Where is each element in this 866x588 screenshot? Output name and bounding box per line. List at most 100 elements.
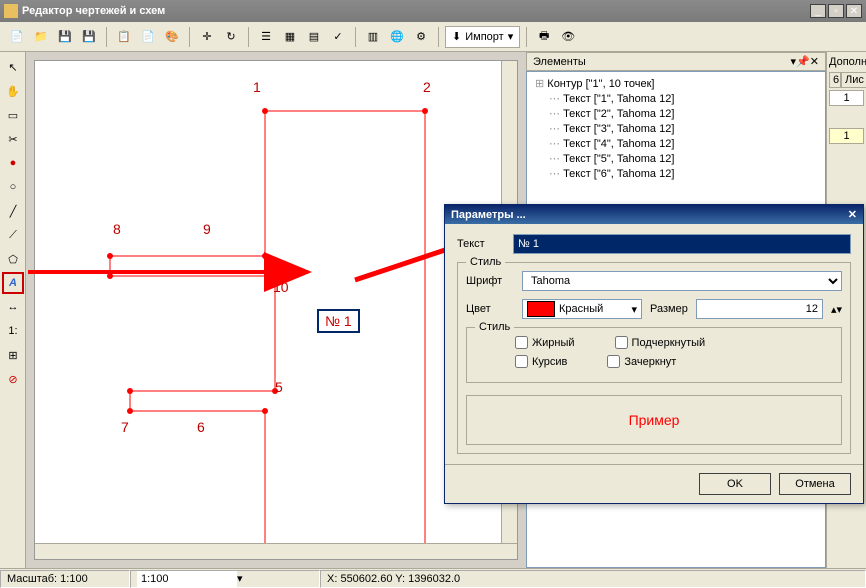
close-button[interactable]: ✕: [846, 4, 862, 18]
parameters-dialog: Параметры ... ✕ Текст Стиль Шрифт Tahoma…: [444, 204, 864, 504]
layers-icon[interactable]: ▤: [303, 26, 325, 48]
app-icon: [4, 4, 18, 18]
text-field-label: Текст: [457, 238, 505, 250]
scale-input[interactable]: [137, 571, 237, 587]
extra-num: 6: [829, 72, 841, 88]
grid-icon[interactable]: ▦: [279, 26, 301, 48]
color-select[interactable]: Красный ▾: [522, 299, 642, 319]
point-label-7: 7: [121, 419, 129, 435]
point-label-6: 6: [197, 419, 205, 435]
dialog-close-icon[interactable]: ✕: [848, 208, 857, 221]
import-dropdown[interactable]: ⬇ Импорт ▾: [445, 26, 520, 48]
copy-icon[interactable]: 📋: [113, 26, 135, 48]
bold-checkbox[interactable]: [515, 336, 528, 349]
dimension-tool[interactable]: ↔: [2, 296, 24, 318]
dialog-titlebar[interactable]: Параметры ... ✕: [445, 205, 863, 224]
chevron-down-icon[interactable]: ▾: [237, 572, 243, 585]
check-icon[interactable]: ✓: [327, 26, 349, 48]
preview-box: Пример: [466, 395, 842, 445]
color-swatch: [527, 301, 555, 317]
polygon-tool[interactable]: ⬠: [2, 248, 24, 270]
pointer-tool[interactable]: ↖: [2, 56, 24, 78]
settings-icon[interactable]: ⚙: [410, 26, 432, 48]
globe-icon[interactable]: 🌐: [386, 26, 408, 48]
polyline-tool[interactable]: ⟋: [2, 224, 24, 246]
select-tool[interactable]: ▭: [2, 104, 24, 126]
scale-label: Масштаб: 1:100: [0, 570, 130, 588]
underline-checkbox[interactable]: [615, 336, 628, 349]
import-label: Импорт: [465, 31, 503, 43]
tree-item[interactable]: Текст ["6", Tahoma 12]: [531, 166, 821, 181]
point-tool[interactable]: ●: [2, 152, 24, 174]
text-element-box[interactable]: № 1: [317, 309, 360, 333]
underline-label: Подчеркнутый: [632, 337, 706, 349]
point-label-1: 1: [253, 79, 261, 95]
point-label-9: 9: [203, 221, 211, 237]
line-tool[interactable]: ╱: [2, 200, 24, 222]
point-label-5: 5: [275, 379, 283, 395]
cols-icon[interactable]: ▥: [362, 26, 384, 48]
palette-icon[interactable]: 🎨: [161, 26, 183, 48]
scale-tool[interactable]: 1:: [2, 320, 24, 342]
font-label: Шрифт: [466, 275, 514, 287]
side-toolbar: ↖ ✋ ▭ ✂ ● ○ ╱ ⟋ ⬠ A ↔ 1: ⊞ ⊘: [0, 52, 26, 568]
elements-panel-title: Элементы: [533, 56, 791, 68]
italic-checkbox[interactable]: [515, 355, 528, 368]
italic-label: Курсив: [532, 356, 567, 368]
open-icon[interactable]: 📁: [30, 26, 52, 48]
import-icon: ⬇: [452, 30, 461, 43]
color-label: Цвет: [466, 303, 514, 315]
axes-icon[interactable]: ✛: [196, 26, 218, 48]
chevron-down-icon: ▾: [627, 303, 641, 316]
cancel-button[interactable]: Отмена: [779, 473, 851, 495]
window-title: Редактор чертежей и схем: [22, 5, 810, 17]
spinner-icon[interactable]: ▴▾: [831, 303, 842, 316]
panel-pin-icon[interactable]: 📌: [796, 55, 810, 68]
elements-panel-header: Элементы ▾ 📌 ✕: [526, 52, 826, 71]
statusbar: Масштаб: 1:100 ▾ X: 550602.60 Y: 1396032…: [0, 568, 866, 588]
horizontal-scrollbar[interactable]: [35, 543, 517, 559]
list-icon[interactable]: ☰: [255, 26, 277, 48]
text-field[interactable]: [513, 234, 851, 254]
circle-tool[interactable]: ○: [2, 176, 24, 198]
size-input[interactable]: [696, 299, 823, 319]
tree-item[interactable]: Контур ["1", 10 точек]: [531, 76, 821, 91]
point-label-2: 2: [423, 79, 431, 95]
save-icon[interactable]: 💾: [54, 26, 76, 48]
maximize-button[interactable]: ▫: [828, 4, 844, 18]
panel-close-icon[interactable]: ✕: [810, 55, 819, 68]
tree-item[interactable]: Текст ["2", Tahoma 12]: [531, 106, 821, 121]
tree-item[interactable]: Текст ["5", Tahoma 12]: [531, 151, 821, 166]
font-select[interactable]: Tahoma: [522, 271, 842, 291]
tree-item[interactable]: Текст ["1", Tahoma 12]: [531, 91, 821, 106]
ok-button[interactable]: OK: [699, 473, 771, 495]
print-icon[interactable]: 🖶: [533, 26, 555, 48]
strike-checkbox[interactable]: [607, 355, 620, 368]
chevron-down-icon: ▾: [508, 30, 514, 43]
preview-icon[interactable]: 👁: [557, 26, 579, 48]
extra-val2: 1: [829, 128, 864, 144]
point-label-10: 10: [273, 279, 289, 295]
dialog-title: Параметры ...: [451, 209, 848, 221]
strike-label: Зачеркнут: [624, 356, 676, 368]
text-tool[interactable]: A: [2, 272, 24, 294]
extra-col: Лис: [841, 72, 866, 88]
rotate-icon[interactable]: ↻: [220, 26, 242, 48]
coords-label: X: 550602.60 Y: 1396032.0: [320, 570, 866, 588]
tree-item[interactable]: Текст ["3", Tahoma 12]: [531, 121, 821, 136]
minimize-button[interactable]: _: [810, 4, 826, 18]
crop-tool[interactable]: ✂: [2, 128, 24, 150]
extra-header: Дополни: [829, 56, 864, 68]
paste-icon[interactable]: 📄: [137, 26, 159, 48]
window-titlebar: Редактор чертежей и схем _ ▫ ✕: [0, 0, 866, 22]
hand-tool[interactable]: ✋: [2, 80, 24, 102]
point-label-8: 8: [113, 221, 121, 237]
delete-tool[interactable]: ⊘: [2, 368, 24, 390]
main-toolbar: 📄 📁 💾 💾 📋 📄 🎨 ✛ ↻ ☰ ▦ ▤ ✓ ▥ 🌐 ⚙ ⬇ Импорт…: [0, 22, 866, 52]
saveas-icon[interactable]: 💾: [78, 26, 100, 48]
new-icon[interactable]: 📄: [6, 26, 28, 48]
extra-val1: 1: [829, 90, 864, 106]
style-inner-legend: Стиль: [475, 321, 514, 333]
grid-tool[interactable]: ⊞: [2, 344, 24, 366]
tree-item[interactable]: Текст ["4", Tahoma 12]: [531, 136, 821, 151]
